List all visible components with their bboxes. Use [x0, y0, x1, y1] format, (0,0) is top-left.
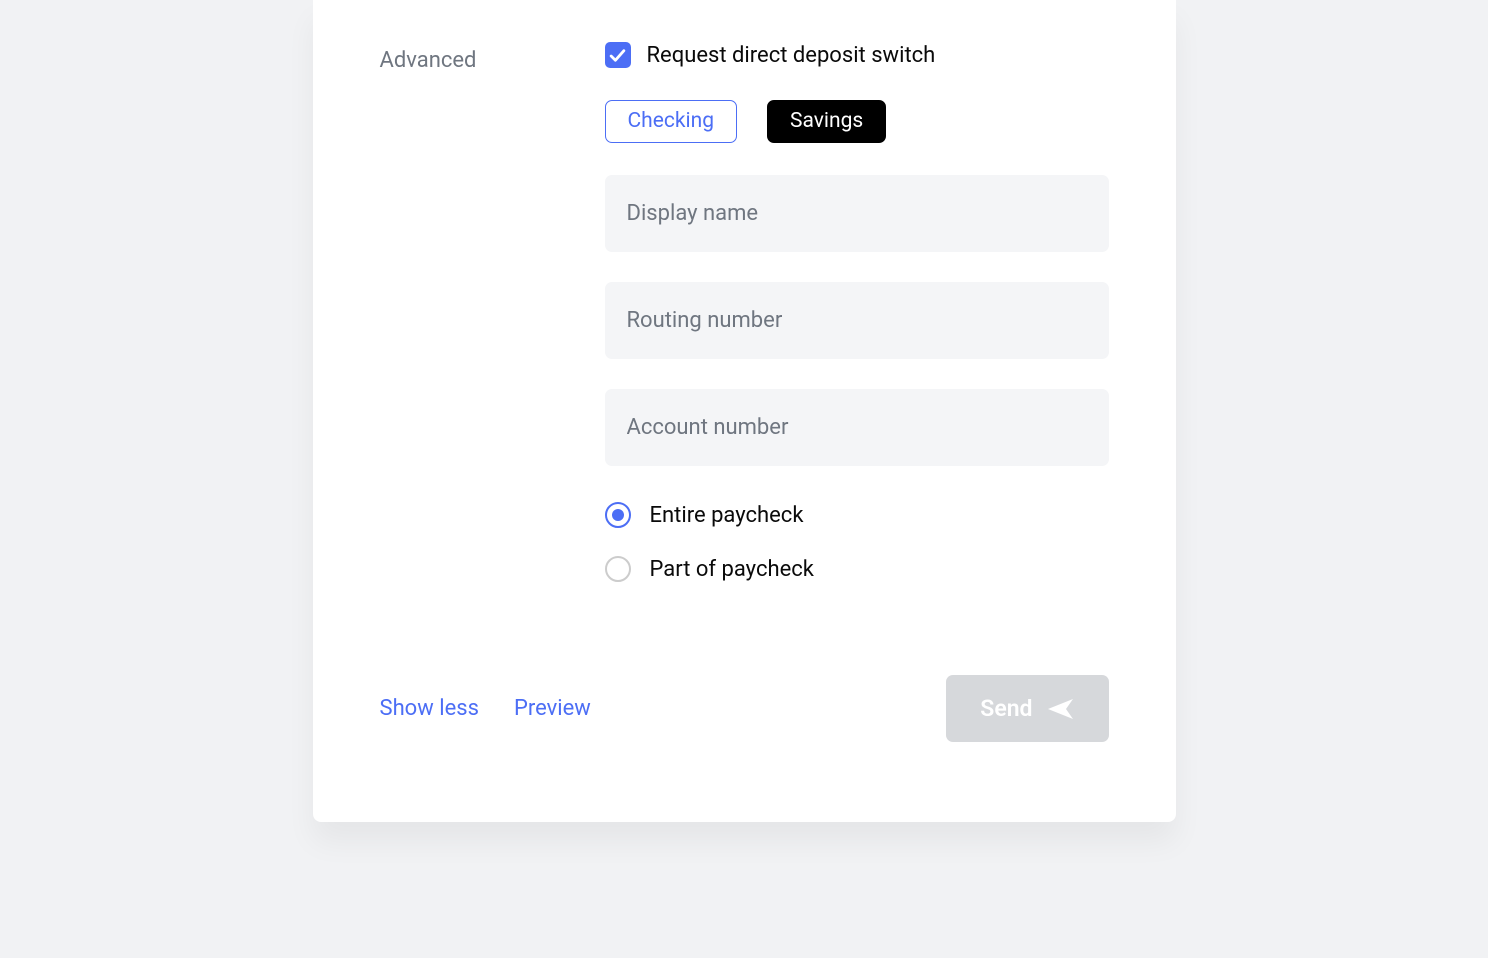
paycheck-radio-group: Entire paycheck Part of paycheck [605, 502, 1109, 582]
request-deposit-switch-checkbox[interactable] [605, 42, 631, 68]
account-type-toggle: Checking Savings [605, 100, 1109, 143]
request-deposit-switch-row[interactable]: Request direct deposit switch [605, 42, 1109, 68]
entire-paycheck-radio[interactable] [605, 502, 631, 528]
part-paycheck-label: Part of paycheck [650, 557, 814, 582]
send-button[interactable]: Send [946, 675, 1108, 742]
check-icon [609, 47, 626, 64]
routing-number-input[interactable] [605, 282, 1109, 359]
form-content: Request direct deposit switch Checking S… [605, 42, 1109, 610]
request-deposit-switch-label: Request direct deposit switch [647, 43, 936, 68]
display-name-input[interactable] [605, 175, 1109, 252]
section-label: Advanced [380, 42, 545, 73]
footer-links: Show less Preview [380, 696, 591, 721]
part-paycheck-row[interactable]: Part of paycheck [605, 556, 1109, 582]
savings-button[interactable]: Savings [767, 100, 886, 143]
send-icon [1047, 696, 1075, 722]
account-number-input[interactable] [605, 389, 1109, 466]
advanced-section: Advanced Request direct deposit switch C… [380, 42, 1109, 610]
show-less-link[interactable]: Show less [380, 696, 479, 721]
form-card: Advanced Request direct deposit switch C… [313, 0, 1176, 822]
preview-link[interactable]: Preview [514, 696, 591, 721]
entire-paycheck-label: Entire paycheck [650, 503, 804, 528]
checking-button[interactable]: Checking [605, 100, 738, 143]
send-button-label: Send [980, 695, 1032, 722]
entire-paycheck-row[interactable]: Entire paycheck [605, 502, 1109, 528]
part-paycheck-radio[interactable] [605, 556, 631, 582]
form-footer: Show less Preview Send [380, 675, 1109, 742]
